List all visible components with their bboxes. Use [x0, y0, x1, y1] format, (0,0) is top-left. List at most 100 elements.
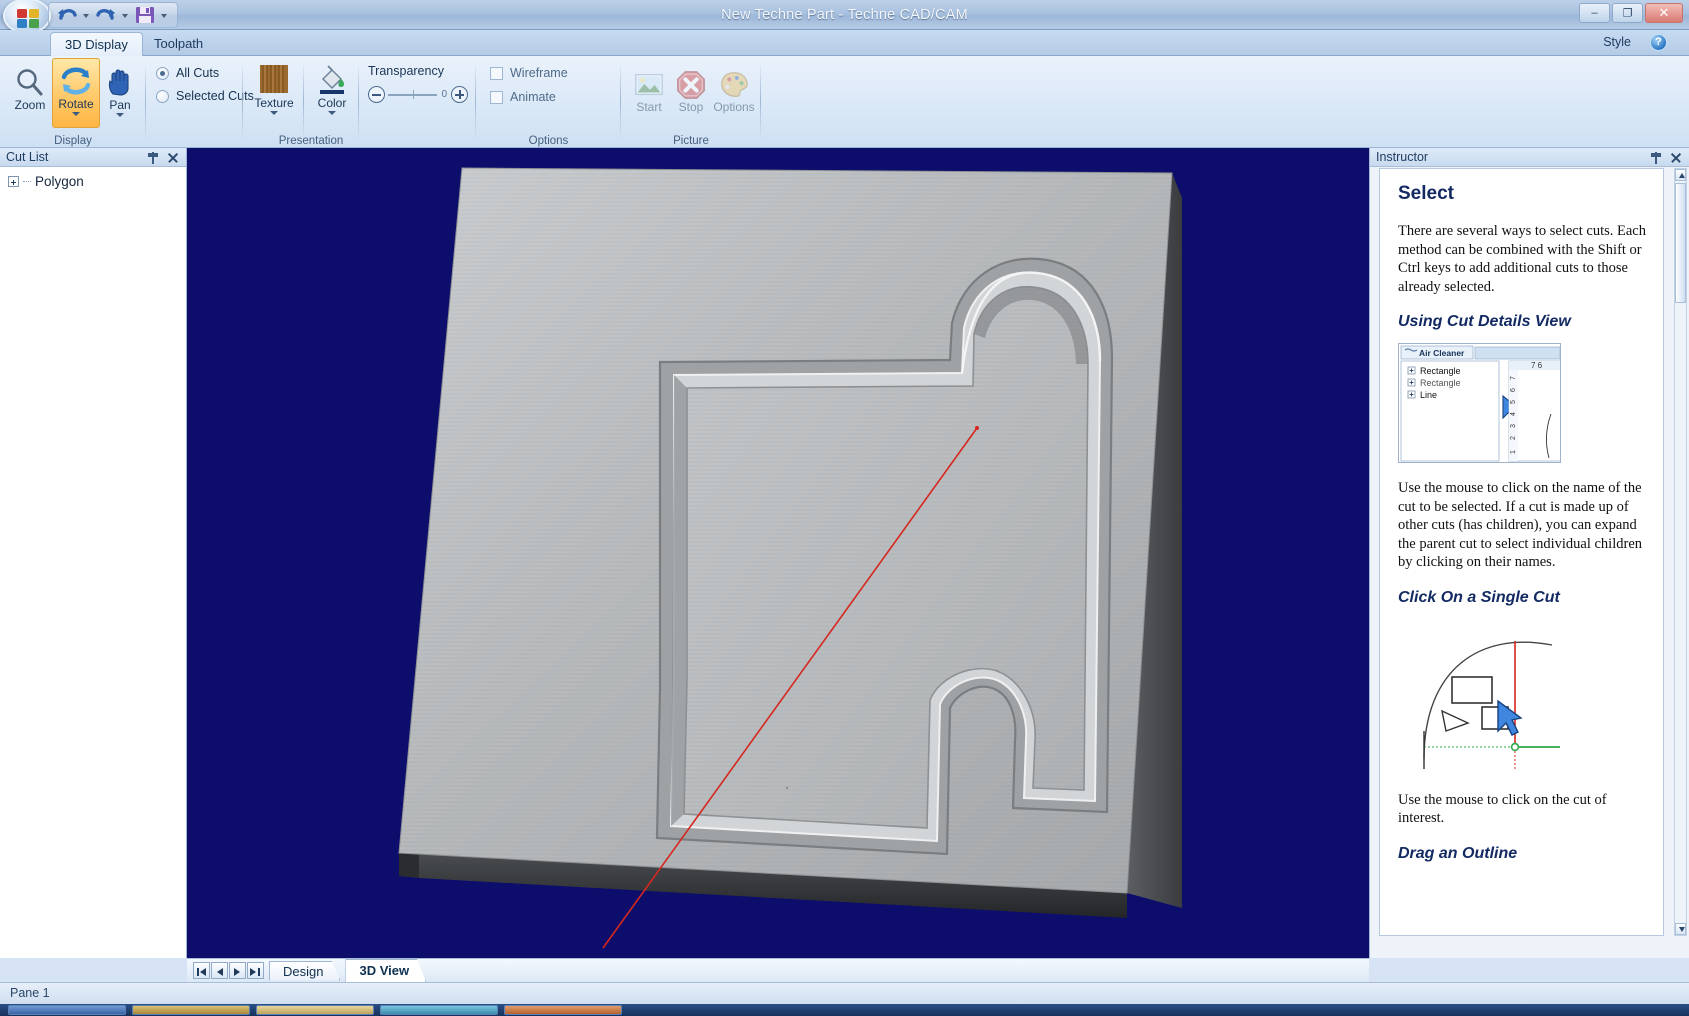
rotate-button[interactable]: Rotate — [52, 58, 100, 128]
close-glyph: ✕ — [1658, 5, 1670, 20]
instructor-title: Instructor — [1376, 150, 1429, 164]
tab-3d-display[interactable]: 3D Display — [50, 32, 143, 56]
transparency-track[interactable] — [388, 89, 438, 99]
minimize-button[interactable]: – — [1579, 3, 1610, 23]
rotate-label: Rotate — [58, 97, 94, 111]
techne-logo-icon — [17, 9, 39, 28]
3d-viewport[interactable] — [187, 148, 1369, 958]
color-dropdown-icon[interactable] — [328, 111, 336, 115]
picture-options-button[interactable]: Options — [710, 62, 758, 114]
customize-qat[interactable] — [160, 4, 169, 26]
hand-icon — [96, 64, 144, 98]
cut-details-illustration: Air Cleaner Rectangle Rectangle Line 7 6… — [1399, 344, 1560, 462]
pan-dropdown-icon[interactable] — [116, 113, 124, 117]
group-title-display: Display — [54, 135, 92, 147]
instructor-pin-icon[interactable] — [1649, 151, 1663, 165]
redo-dropdown[interactable] — [121, 4, 130, 26]
ribbon-group-presentation: All Cuts Selected Cuts Texture Color Tra… — [146, 56, 476, 148]
texture-dropdown-icon[interactable] — [270, 111, 278, 115]
transparency-increase-button[interactable] — [451, 86, 468, 103]
instructor-vertical-scrollbar[interactable] — [1674, 168, 1687, 936]
view-tab-3d-view[interactable]: 3D View — [345, 959, 426, 982]
picture-options-label: Options — [713, 100, 755, 114]
os-taskbar — [0, 1004, 1689, 1016]
start-picture-button[interactable]: Start — [625, 62, 673, 114]
svg-text:Rectangle: Rectangle — [1420, 378, 1461, 388]
radio-all-cuts[interactable]: All Cuts — [156, 66, 219, 80]
cut-list-pin-icon[interactable] — [146, 151, 160, 165]
next-record-button[interactable] — [229, 962, 246, 979]
stop-label: Stop — [678, 100, 704, 114]
undo-button[interactable] — [55, 4, 79, 26]
undo-dropdown[interactable] — [82, 4, 91, 26]
previous-record-button[interactable] — [211, 962, 228, 979]
start-label: Start — [636, 100, 662, 114]
ribbon-group-display: Zoom Rotate Pan Display — [0, 56, 146, 148]
texture-button[interactable]: Texture — [250, 58, 298, 128]
taskbar-item[interactable] — [380, 1005, 498, 1015]
zoom-button[interactable]: Zoom — [6, 60, 54, 112]
svg-text:Rectangle: Rectangle — [1420, 366, 1461, 376]
svg-text:Air Cleaner: Air Cleaner — [1419, 348, 1465, 358]
maximize-button[interactable]: ❐ — [1612, 3, 1643, 23]
ribbon-style-area: Style — [1603, 33, 1681, 51]
instructor-paragraph-1: There are several ways to select cuts. E… — [1398, 223, 1646, 295]
last-record-button[interactable] — [247, 962, 264, 979]
wood-texture-icon — [250, 62, 298, 96]
instructor-header: Instructor — [1370, 148, 1689, 167]
single-cut-illustration — [1402, 618, 1570, 779]
instructor-panel: Instructor Select There are several ways… — [1369, 148, 1689, 958]
style-dropdown-icon[interactable] — [1636, 33, 1645, 51]
help-icon[interactable] — [1650, 33, 1667, 51]
save-button[interactable] — [133, 4, 157, 26]
scroll-thumb[interactable] — [1675, 183, 1686, 303]
scroll-down-button[interactable] — [1675, 923, 1686, 935]
stop-sign-icon — [667, 66, 715, 100]
checkbox-wireframe[interactable]: Wireframe — [490, 66, 568, 80]
animate-label: Animate — [510, 90, 556, 104]
close-button[interactable]: ✕ — [1645, 3, 1683, 23]
window-title: New Techne Part - Techne CAD/CAM — [721, 7, 968, 23]
rotate-arrows-icon — [53, 63, 99, 97]
taskbar-item[interactable] — [256, 1005, 374, 1015]
view-tab-design[interactable]: Design — [269, 961, 340, 981]
title-bar: New Techne Part - Techne CAD/CAM – ❐ ✕ — [0, 0, 1689, 34]
color-button[interactable]: Color — [308, 58, 356, 128]
magnifier-icon — [6, 64, 54, 98]
all-cuts-label: All Cuts — [176, 66, 220, 80]
svg-text:2: 2 — [1510, 436, 1517, 440]
taskbar-item[interactable] — [504, 1005, 622, 1015]
transparency-slider[interactable]: 0 — [368, 86, 468, 103]
svg-text:7: 7 — [1510, 376, 1517, 380]
cut-list-panel: Cut List Polygon — [0, 148, 187, 958]
minimize-glyph: – — [1591, 7, 1598, 19]
redo-button[interactable] — [94, 4, 118, 26]
first-record-button[interactable] — [193, 962, 210, 979]
status-text: Pane 1 — [10, 986, 50, 1000]
3d-part-render — [398, 167, 1182, 949]
transparency-decrease-button[interactable] — [368, 86, 385, 103]
view-navigation-bar: Design 3D View — [187, 958, 1369, 982]
taskbar-item[interactable] — [132, 1005, 250, 1015]
instructor-paragraph-2: Use the mouse to click on the name of th… — [1398, 480, 1643, 570]
checkbox-animate[interactable]: Animate — [490, 90, 556, 104]
expand-icon[interactable] — [8, 176, 19, 187]
instructor-heading: Select — [1398, 183, 1454, 204]
svg-text:7 6: 7 6 — [1531, 361, 1543, 370]
help-dropdown-icon[interactable] — [1672, 33, 1681, 51]
radio-selected-cuts[interactable]: Selected Cuts — [156, 89, 254, 103]
scroll-up-button[interactable] — [1675, 169, 1686, 181]
cut-list-item-polygon[interactable]: Polygon — [8, 174, 84, 189]
rotate-dropdown-icon[interactable] — [72, 112, 80, 116]
ribbon-tab-strip: 3D Display Toolpath Style — [0, 30, 1689, 56]
cut-list-item-label: Polygon — [35, 174, 84, 189]
instructor-close-icon[interactable] — [1669, 151, 1683, 165]
taskbar-item[interactable] — [8, 1005, 126, 1015]
stop-picture-button[interactable]: Stop — [667, 62, 715, 114]
application-window: New Techne Part - Techne CAD/CAM – ❐ ✕ 3… — [0, 0, 1689, 1016]
pan-button[interactable]: Pan — [96, 60, 144, 117]
svg-text:5: 5 — [1510, 400, 1517, 404]
tab-toolpath[interactable]: Toolpath — [140, 32, 217, 56]
cut-list-close-icon[interactable] — [166, 151, 180, 165]
ribbon: Zoom Rotate Pan Display All Cuts Selecte… — [0, 56, 1689, 148]
